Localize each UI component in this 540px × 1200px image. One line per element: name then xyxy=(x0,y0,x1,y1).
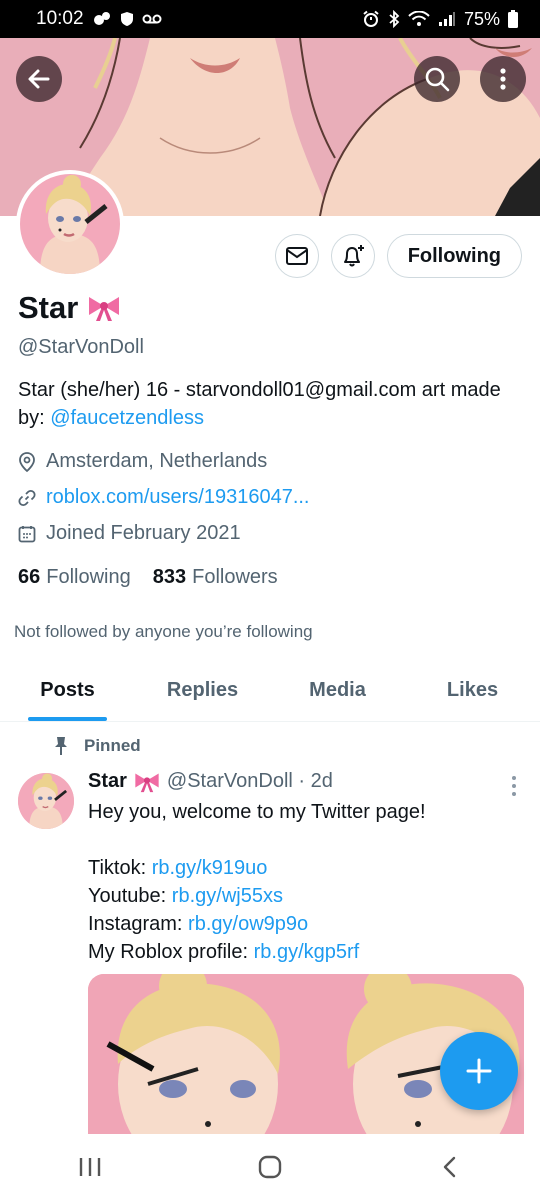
back-chevron-icon xyxy=(443,1156,456,1178)
post-more-button[interactable] xyxy=(512,776,516,796)
post-line-youtube: Youtube: rb.gy/wj55xs xyxy=(88,882,518,910)
recent-apps-button[interactable] xyxy=(50,1142,130,1192)
following-button[interactable]: Following xyxy=(386,234,522,278)
wifi-icon xyxy=(408,11,430,27)
system-back-button[interactable] xyxy=(410,1142,490,1192)
plus-icon xyxy=(466,1058,492,1084)
tab-media[interactable]: Media xyxy=(270,660,405,721)
compose-post-button[interactable] xyxy=(440,1032,518,1110)
bow-emoji-icon xyxy=(135,772,159,792)
system-nav-bar xyxy=(0,1134,540,1200)
profile-website: roblox.com/users/19316047... xyxy=(18,486,310,509)
back-arrow-icon xyxy=(28,69,50,89)
calendar-icon xyxy=(18,525,36,542)
home-circle-icon xyxy=(258,1155,282,1179)
roblox-link[interactable]: rb.gy/kgp5rf xyxy=(254,941,360,963)
search-button[interactable] xyxy=(414,56,460,102)
profile-tabs: Posts Replies Media Likes xyxy=(0,660,540,722)
following-count-link[interactable]: 66 Following xyxy=(18,566,131,589)
joined-text: Joined February 2021 xyxy=(46,522,241,544)
status-bar: 10:02 75% xyxy=(0,0,540,38)
bell-plus-icon xyxy=(343,245,364,267)
more-vertical-icon xyxy=(500,68,506,90)
tab-media-label: Media xyxy=(309,679,366,701)
tab-posts-label: Posts xyxy=(40,679,95,701)
location-text: Amsterdam, Netherlands xyxy=(46,450,268,472)
battery-icon xyxy=(508,10,518,28)
status-time: 10:02 xyxy=(36,8,84,29)
shield-icon xyxy=(120,11,134,27)
profile-actions: Following xyxy=(274,234,522,278)
avatar-image xyxy=(20,174,120,274)
post-avatar-image xyxy=(18,773,74,829)
instagram-label: Instagram: xyxy=(88,913,189,935)
youtube-link[interactable]: rb.gy/wj55xs xyxy=(172,885,283,907)
tab-likes[interactable]: Likes xyxy=(405,660,540,721)
bio-mention-link[interactable]: @faucetzendless xyxy=(50,407,204,429)
pinned-indicator: Pinned xyxy=(52,736,141,756)
tab-likes-label: Likes xyxy=(446,679,499,701)
roblox-label: My Roblox profile: xyxy=(88,941,254,963)
tab-replies-label: Replies xyxy=(166,679,239,701)
profile-handle: @StarVonDoll xyxy=(18,336,144,358)
post-author-name[interactable]: Star xyxy=(88,770,127,793)
tiktok-label: Tiktok: xyxy=(88,857,152,879)
more-options-button[interactable] xyxy=(480,56,526,102)
followers-count: 833 xyxy=(152,566,187,588)
recent-apps-icon xyxy=(79,1158,101,1176)
profile-joined: Joined February 2021 xyxy=(18,522,241,545)
profile-location: Amsterdam, Netherlands xyxy=(18,450,267,473)
website-link[interactable]: roblox.com/users/19316047... xyxy=(46,486,310,509)
alarm-icon xyxy=(362,10,380,28)
battery-percent: 75% xyxy=(463,8,500,29)
not-followed-note: Not followed by anyone you’re following xyxy=(14,622,313,641)
active-tab-indicator xyxy=(28,717,107,721)
signal-icon xyxy=(438,11,456,27)
bow-emoji-icon xyxy=(89,297,120,321)
display-name: Star xyxy=(18,290,122,326)
post-header: Star @StarVonDoll · 2d xyxy=(88,770,333,793)
tiktok-link[interactable]: rb.gy/k919uo xyxy=(152,857,268,879)
post-text: Hey you, welcome to my Twitter page! Tik… xyxy=(88,798,518,966)
bluetooth-icon xyxy=(388,10,400,28)
followers-count-link[interactable]: 833 Followers xyxy=(153,566,278,589)
notify-button[interactable] xyxy=(330,234,375,278)
tab-posts[interactable]: Posts xyxy=(0,660,135,721)
post-avatar[interactable] xyxy=(18,773,74,829)
message-button[interactable] xyxy=(274,234,319,278)
follow-counts: 66 Following 833 Followers xyxy=(18,566,278,589)
mail-icon xyxy=(285,247,308,265)
youtube-label: Youtube: xyxy=(88,885,172,907)
home-button[interactable] xyxy=(230,1142,310,1192)
following-count: 66 xyxy=(18,566,41,588)
post-line-1: Hey you, welcome to my Twitter page! xyxy=(88,801,426,823)
display-name-text: Star xyxy=(18,290,79,325)
pinned-label: Pinned xyxy=(84,736,141,755)
post-line-roblox: My Roblox profile: rb.gy/kgp5rf xyxy=(88,938,518,966)
following-count-label: Following xyxy=(46,566,131,588)
post-line-tiktok: Tiktok: rb.gy/k919uo xyxy=(88,854,518,882)
link-icon xyxy=(18,489,36,506)
profile-bio: Star (she/her) 16 - starvondoll01@gmail.… xyxy=(18,376,518,432)
profile-avatar[interactable] xyxy=(16,170,124,278)
pin-icon xyxy=(55,737,67,755)
tab-replies[interactable]: Replies xyxy=(135,660,270,721)
location-pin-icon xyxy=(19,451,35,472)
search-icon xyxy=(425,67,450,92)
instagram-link[interactable]: rb.gy/ow9p9o xyxy=(188,913,308,935)
followers-count-label: Followers xyxy=(192,566,278,588)
post-handle-time: @StarVonDoll · 2d xyxy=(166,770,333,792)
notification-icon xyxy=(92,11,112,27)
back-button[interactable] xyxy=(16,56,62,102)
voicemail-icon xyxy=(142,13,162,25)
post-line-instagram: Instagram: rb.gy/ow9p9o xyxy=(88,910,518,938)
